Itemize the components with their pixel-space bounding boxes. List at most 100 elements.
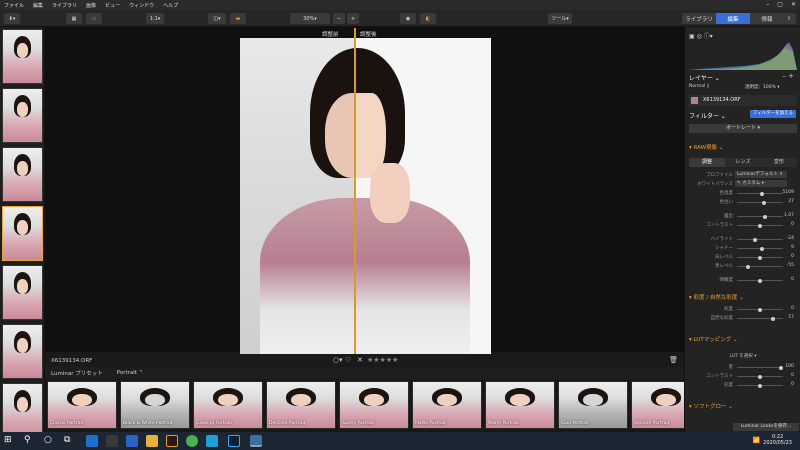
- single-view-button[interactable]: ▭: [86, 13, 102, 24]
- slider-knob[interactable]: [758, 278, 762, 283]
- menu-item-3[interactable]: 画像: [86, 2, 96, 9]
- tab-adjust[interactable]: 調整: [689, 158, 725, 167]
- add-filter-button[interactable]: フィルターを加える: [749, 110, 796, 118]
- adjustment-slider[interactable]: [737, 246, 783, 251]
- slider-knob[interactable]: [758, 307, 762, 312]
- add-layer-button[interactable]: – +: [782, 72, 794, 80]
- lut-select[interactable]: LUT を選択 ▾: [685, 353, 800, 359]
- store-icon[interactable]: [106, 435, 118, 447]
- eye-icon[interactable]: ◉: [400, 13, 416, 24]
- adjustment-slider[interactable]: [737, 365, 783, 370]
- sidebar-toggle-button[interactable]: ◫▾: [208, 13, 226, 24]
- save-looks-button[interactable]: Luminar Looksを保存...: [733, 423, 799, 431]
- slider-knob[interactable]: [762, 200, 767, 205]
- filmstrip-thumbnail[interactable]: [2, 206, 43, 261]
- filmstrip-toggle-button[interactable]: ▬: [230, 13, 246, 24]
- bridge-icon[interactable]: [166, 435, 178, 447]
- slider-knob[interactable]: [746, 264, 751, 269]
- share-icon[interactable]: ⇪: [782, 13, 796, 24]
- preset-thumbnail[interactable]: Glowing Portrait: [193, 381, 263, 429]
- preset-subcategory[interactable]: Portrait ⌃: [117, 370, 144, 376]
- preset-thumbnail[interactable]: Warm Portrait: [485, 381, 555, 429]
- adjustment-slider[interactable]: [737, 237, 783, 242]
- menu-item-4[interactable]: ビュー: [105, 2, 120, 9]
- photoshop-icon[interactable]: [228, 435, 240, 447]
- opacity-dropdown[interactable]: 透明度：100% ▾: [745, 84, 780, 90]
- app-icon[interactable]: [206, 435, 218, 447]
- menu-item-6[interactable]: ヘルプ: [163, 2, 178, 9]
- slider-knob[interactable]: [758, 383, 762, 388]
- preset-thumbnail[interactable]: Black & White Portrait: [120, 381, 190, 429]
- layer-item[interactable]: X6139134.ORF: [689, 95, 797, 106]
- saturation-section[interactable]: ▾ 彩度 / 自然な彩度 ⌄: [689, 293, 795, 301]
- slider-knob[interactable]: [770, 316, 775, 321]
- histogram-icons[interactable]: ▣ ◎ ⓘ▾: [689, 31, 713, 40]
- tab-transform[interactable]: 変形: [761, 158, 797, 167]
- zoom-dropdown[interactable]: 30% ▾: [290, 13, 330, 24]
- windows-start-icon[interactable]: ⊞: [4, 435, 16, 447]
- slider-knob[interactable]: [763, 214, 768, 219]
- slider-knob[interactable]: [758, 374, 762, 379]
- filmstrip[interactable]: [0, 27, 45, 438]
- profile-dropdown[interactable]: Luminarデフォルト ⇕: [735, 171, 787, 178]
- luminar-icon[interactable]: [250, 435, 262, 447]
- before-after-divider[interactable]: [354, 28, 356, 354]
- tab-lens[interactable]: レンズ: [725, 158, 761, 167]
- portrait-photo[interactable]: [240, 38, 491, 354]
- explorer-icon[interactable]: [146, 435, 158, 447]
- adjustment-slider[interactable]: [737, 191, 783, 196]
- adjustment-slider[interactable]: [737, 214, 783, 219]
- preset-strip[interactable]: Classic Portrait Black & White Portrait Gl…: [45, 379, 701, 432]
- tab-library[interactable]: ライブラリ: [682, 13, 716, 24]
- filmstrip-thumbnail[interactable]: [2, 147, 43, 202]
- preset-thumbnail[interactable]: Classic Portrait: [47, 381, 117, 429]
- adjustment-slider[interactable]: [737, 200, 783, 205]
- close-icon[interactable]: ✕: [791, 1, 796, 8]
- wb-dropdown[interactable]: ✎ カスタム ▾: [735, 180, 787, 187]
- slider-knob[interactable]: [760, 191, 765, 196]
- filmstrip-thumbnail[interactable]: [2, 324, 43, 379]
- menu-item-5[interactable]: ウィンドウ: [129, 2, 154, 9]
- reject-icon[interactable]: ✕: [357, 356, 363, 364]
- adjustment-slider[interactable]: [737, 278, 783, 283]
- trash-icon[interactable]: 🗑: [669, 356, 678, 364]
- zoom-in-button[interactable]: +: [347, 13, 359, 24]
- workspace-dropdown[interactable]: ポートレート ▾: [689, 124, 797, 133]
- menu-item-0[interactable]: ファイル: [4, 2, 24, 9]
- zoom-out-button[interactable]: −: [333, 13, 345, 24]
- raw-develop-section[interactable]: ▾ RAW現像 ⌄: [689, 143, 795, 151]
- filmstrip-thumbnail[interactable]: [2, 383, 43, 438]
- tab-edit[interactable]: 編集: [716, 13, 750, 24]
- slider-knob[interactable]: [752, 237, 757, 242]
- preset-thumbnail[interactable]: Cool Portrait: [558, 381, 628, 429]
- import-button[interactable]: ⬇▾: [4, 13, 20, 24]
- gallery-view-button[interactable]: ▦: [66, 13, 82, 24]
- preset-thumbnail[interactable]: Sunny Portrait: [339, 381, 409, 429]
- mail-icon[interactable]: [126, 435, 138, 447]
- menu-item-2[interactable]: ライブラリ: [52, 2, 77, 9]
- slider-knob[interactable]: [758, 255, 762, 260]
- compare-button[interactable]: ◧: [420, 13, 436, 24]
- filmstrip-thumbnail[interactable]: [2, 29, 43, 84]
- maximize-icon[interactable]: ▢: [777, 1, 783, 8]
- star-rating[interactable]: ★★★★★: [367, 356, 398, 364]
- adjustment-slider[interactable]: [737, 255, 783, 260]
- lut-section[interactable]: ▾ LUTマッピング ⌄: [689, 335, 795, 343]
- slider-knob[interactable]: [760, 246, 765, 251]
- adjustment-slider[interactable]: [737, 223, 783, 228]
- preset-category[interactable]: Luminar プリセット: [51, 369, 103, 377]
- blend-mode-dropdown[interactable]: Normal ▯: [689, 84, 709, 89]
- filmstrip-thumbnail[interactable]: [2, 265, 43, 320]
- task-view-icon[interactable]: ⧉: [64, 435, 76, 447]
- chrome-icon[interactable]: [186, 435, 198, 447]
- search-icon[interactable]: ⚲: [24, 435, 36, 447]
- adjustment-slider[interactable]: [737, 383, 783, 388]
- cortana-icon[interactable]: ○: [44, 435, 56, 447]
- heart-icon[interactable]: ♡: [345, 356, 351, 364]
- slider-knob[interactable]: [758, 223, 762, 228]
- adjustment-slider[interactable]: [737, 307, 783, 312]
- adjustment-slider[interactable]: [737, 316, 783, 321]
- network-icon[interactable]: 📶: [753, 437, 760, 444]
- slider-knob[interactable]: [779, 365, 783, 370]
- edge-icon[interactable]: [86, 435, 98, 447]
